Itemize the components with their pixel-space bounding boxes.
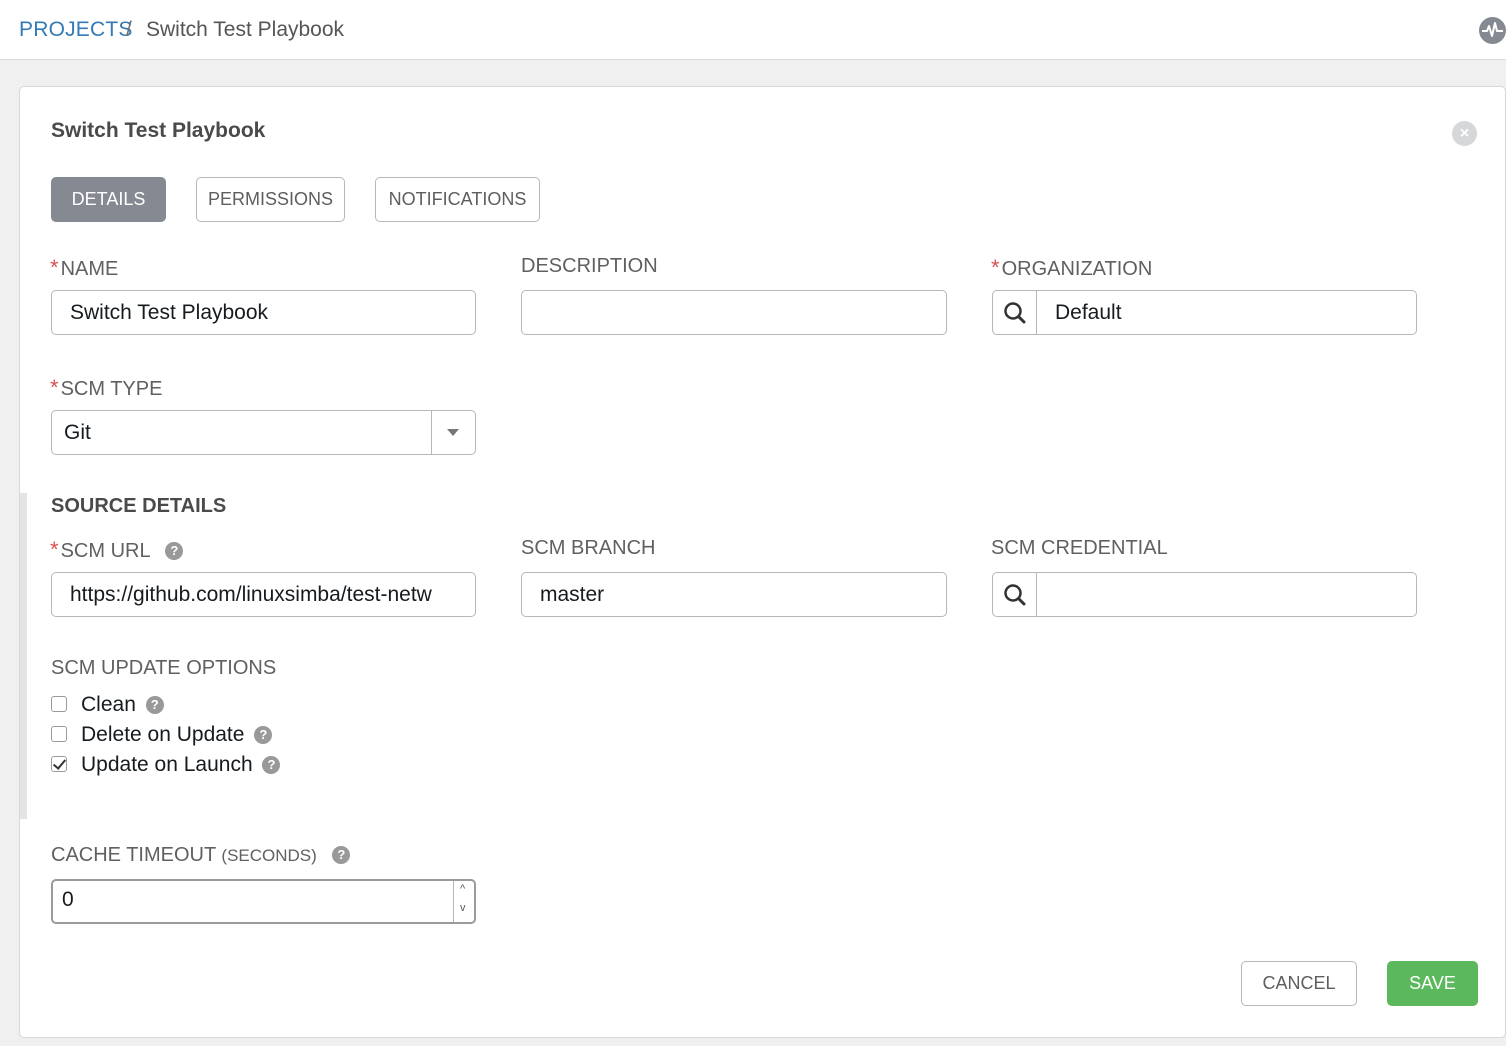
cache-timeout-stepper[interactable]: 0 ^ v <box>51 879 476 924</box>
breadcrumb-projects-link[interactable]: PROJECTS <box>19 18 133 42</box>
scm-url-input[interactable] <box>51 572 476 617</box>
description-label: DESCRIPTION <box>521 255 658 277</box>
clean-checkbox[interactable] <box>51 696 67 712</box>
cancel-button[interactable]: CANCEL <box>1241 961 1357 1006</box>
description-input[interactable] <box>521 290 947 335</box>
help-icon[interactable]: ? <box>262 756 281 774</box>
update-on-launch-label: Update on Launch <box>81 753 253 776</box>
tab-details[interactable]: DETAILS <box>51 177 166 222</box>
option-delete-on-update: Delete on Update ? <box>51 723 273 749</box>
form-title: Switch Test Playbook <box>51 119 266 142</box>
option-clean: Clean ? <box>51 693 164 719</box>
required-marker: * <box>50 375 59 400</box>
tab-notifications[interactable]: NOTIFICATIONS <box>375 177 540 222</box>
organization-label: * ORGANIZATION <box>991 255 1153 280</box>
clean-label: Clean <box>81 693 136 716</box>
scm-credential-lookup-button[interactable] <box>992 572 1037 617</box>
source-details-title: SOURCE DETAILS <box>51 495 227 517</box>
organization-input[interactable]: Default <box>1037 290 1417 335</box>
increment-arrow-icon[interactable]: ^ <box>460 883 465 895</box>
scm-credential-label: SCM CREDENTIAL <box>991 537 1168 559</box>
chevron-down-icon <box>447 429 459 436</box>
cache-timeout-value: 0 <box>62 888 74 911</box>
stepper-arrows: ^ v <box>453 881 474 922</box>
scm-type-value: Git <box>64 421 91 444</box>
cache-timeout-label: CACHE TIMEOUT (SECONDS) ? <box>51 844 351 867</box>
help-icon[interactable]: ? <box>165 542 184 560</box>
activity-stream-icon[interactable] <box>1479 17 1506 44</box>
required-marker: * <box>50 537 59 562</box>
save-button[interactable]: SAVE <box>1387 961 1478 1006</box>
tab-permissions[interactable]: PERMISSIONS <box>196 177 345 222</box>
scm-type-select[interactable]: Git <box>51 410 476 455</box>
scm-type-label: * SCM TYPE <box>50 375 163 400</box>
cache-timeout-unit: (SECONDS) <box>221 846 317 865</box>
scm-branch-label: SCM BRANCH <box>521 537 656 559</box>
breadcrumb-separator: / <box>126 18 132 41</box>
help-icon[interactable]: ? <box>254 726 273 744</box>
required-marker: * <box>991 255 1000 280</box>
select-divider <box>431 411 432 454</box>
option-update-on-launch: Update on Launch ? <box>51 753 281 779</box>
help-icon[interactable]: ? <box>332 846 351 864</box>
scm-branch-input[interactable] <box>521 572 947 617</box>
delete-on-update-checkbox[interactable] <box>51 726 67 742</box>
organization-lookup-button[interactable] <box>992 290 1037 335</box>
update-on-launch-checkbox[interactable] <box>51 756 67 772</box>
project-form-panel: Switch Test Playbook × DETAILS PERMISSIO… <box>19 86 1506 1038</box>
top-bar: PROJECTS / Switch Test Playbook <box>0 0 1506 60</box>
breadcrumb-current: Switch Test Playbook <box>146 18 345 41</box>
scm-url-label: * SCM URL ? <box>50 537 184 563</box>
delete-on-update-label: Delete on Update <box>81 723 245 746</box>
name-input[interactable] <box>51 290 476 335</box>
close-icon[interactable]: × <box>1452 121 1477 146</box>
help-icon[interactable]: ? <box>145 696 164 714</box>
search-icon <box>1004 584 1026 606</box>
search-icon <box>1004 302 1026 324</box>
scm-credential-input[interactable] <box>1037 572 1417 617</box>
name-label: * NAME <box>50 255 119 280</box>
required-marker: * <box>50 255 59 280</box>
source-details-accent-bar <box>20 493 27 819</box>
decrement-arrow-icon[interactable]: v <box>460 902 466 914</box>
scm-update-options-label: SCM UPDATE OPTIONS <box>51 657 277 679</box>
